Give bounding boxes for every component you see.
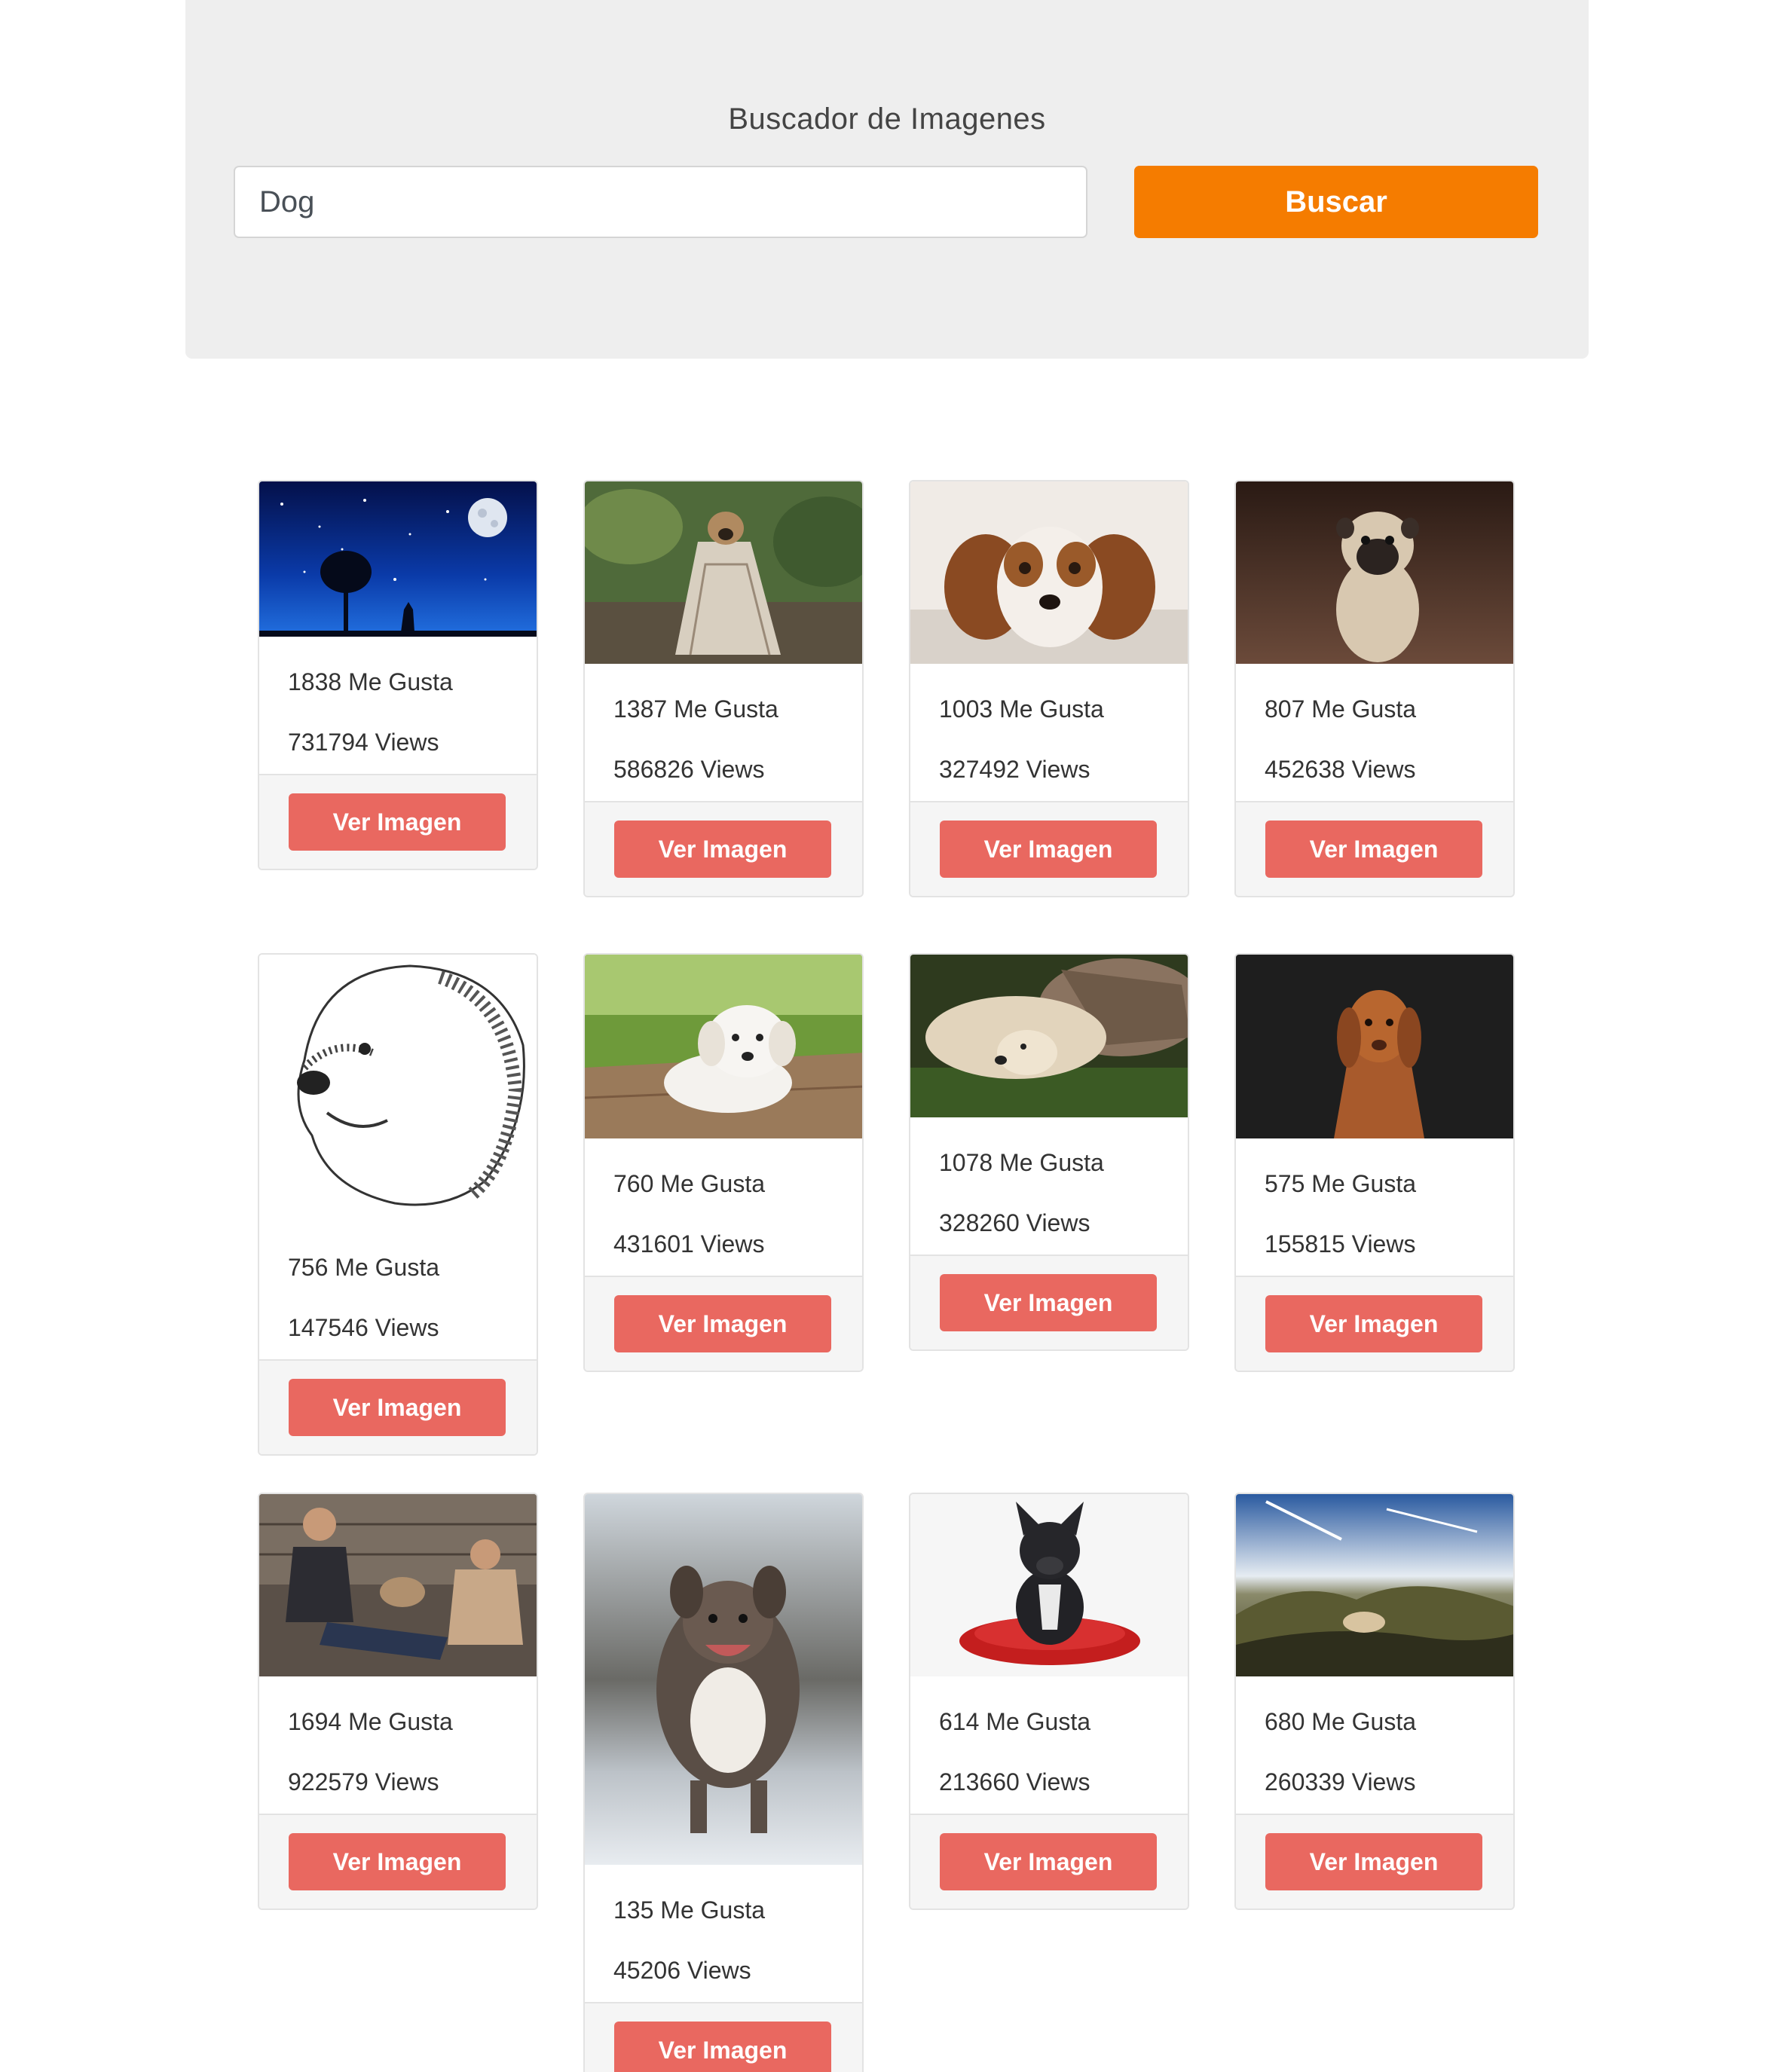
view-image-button[interactable]: Ver Imagen: [614, 2022, 831, 2072]
card-footer: Ver Imagen: [910, 1814, 1188, 1909]
card-body: 1003 Me Gusta 327492 Views: [910, 664, 1188, 801]
likes-count: 1387 Me Gusta: [613, 695, 778, 723]
card-footer: Ver Imagen: [585, 801, 862, 896]
image-card: 1838 Me Gusta 731794 Views Ver Imagen: [258, 480, 538, 870]
likes-count: 135 Me Gusta: [613, 1896, 765, 1924]
image-card: 760 Me Gusta 431601 Views Ver Imagen: [583, 953, 864, 1372]
card-footer: Ver Imagen: [1236, 1276, 1513, 1371]
card-footer: Ver Imagen: [1236, 1814, 1513, 1909]
image-card: 1003 Me Gusta 327492 Views Ver Imagen: [909, 480, 1189, 897]
likes-count: 756 Me Gusta: [288, 1254, 439, 1281]
likes-count: 575 Me Gusta: [1265, 1170, 1416, 1197]
card-image: [910, 955, 1188, 1117]
search-button[interactable]: Buscar: [1134, 166, 1538, 238]
card-footer: Ver Imagen: [259, 774, 537, 869]
views-count: 431601 Views: [613, 1230, 765, 1258]
card-footer: Ver Imagen: [259, 1814, 537, 1909]
card-image: [585, 1494, 862, 1865]
card-body: 575 Me Gusta 155815 Views: [1236, 1138, 1513, 1276]
image-card: 575 Me Gusta 155815 Views Ver Imagen: [1234, 953, 1515, 1372]
image-card: 680 Me Gusta 260339 Views Ver Imagen: [1234, 1493, 1515, 1910]
view-image-button[interactable]: Ver Imagen: [614, 1295, 831, 1352]
likes-count: 1003 Me Gusta: [939, 695, 1104, 723]
view-image-button[interactable]: Ver Imagen: [289, 1379, 506, 1436]
likes-count: 760 Me Gusta: [613, 1170, 765, 1197]
view-image-button[interactable]: Ver Imagen: [940, 1274, 1157, 1331]
card-image: [910, 481, 1188, 664]
views-count: 213660 Views: [939, 1768, 1090, 1795]
card-body: 807 Me Gusta 452638 Views: [1236, 664, 1513, 801]
view-image-button[interactable]: Ver Imagen: [1265, 821, 1482, 878]
card-body: 680 Me Gusta 260339 Views: [1236, 1676, 1513, 1814]
image-card: 135 Me Gusta 45206 Views Ver Imagen: [583, 1493, 864, 2072]
image-card: 1078 Me Gusta 328260 Views Ver Imagen: [909, 953, 1189, 1351]
card-image: [1236, 481, 1513, 664]
likes-count: 1694 Me Gusta: [288, 1708, 453, 1735]
views-count: 147546 Views: [288, 1314, 439, 1341]
views-count: 922579 Views: [288, 1768, 439, 1795]
card-body: 760 Me Gusta 431601 Views: [585, 1138, 862, 1276]
view-image-button[interactable]: Ver Imagen: [940, 1833, 1157, 1890]
image-card: 1694 Me Gusta 922579 Views Ver Imagen: [258, 1493, 538, 1910]
view-image-button[interactable]: Ver Imagen: [289, 793, 506, 851]
likes-count: 1078 Me Gusta: [939, 1149, 1104, 1176]
card-body: 1838 Me Gusta 731794 Views: [259, 637, 537, 774]
views-count: 155815 Views: [1265, 1230, 1416, 1258]
card-body: 1387 Me Gusta 586826 Views: [585, 664, 862, 801]
views-count: 260339 Views: [1265, 1768, 1416, 1795]
card-image: [1236, 955, 1513, 1138]
card-image: [585, 481, 862, 664]
view-image-button[interactable]: Ver Imagen: [940, 821, 1157, 878]
card-footer: Ver Imagen: [1236, 801, 1513, 896]
card-body: 756 Me Gusta 147546 Views: [259, 1222, 537, 1359]
card-body: 135 Me Gusta 45206 Views: [585, 1865, 862, 2002]
views-count: 45206 Views: [613, 1957, 751, 1984]
image-card: 1387 Me Gusta 586826 Views Ver Imagen: [583, 480, 864, 897]
view-image-button[interactable]: Ver Imagen: [1265, 1295, 1482, 1352]
view-image-button[interactable]: Ver Imagen: [614, 821, 831, 878]
view-image-button[interactable]: Ver Imagen: [1265, 1833, 1482, 1890]
image-card: 614 Me Gusta 213660 Views Ver Imagen: [909, 1493, 1189, 1910]
likes-count: 614 Me Gusta: [939, 1708, 1090, 1735]
card-footer: Ver Imagen: [910, 801, 1188, 896]
card-image: [1236, 1494, 1513, 1676]
views-count: 327492 Views: [939, 756, 1090, 783]
page-title: Buscador de Imagenes: [728, 102, 1046, 136]
card-image: [910, 1494, 1188, 1676]
likes-count: 680 Me Gusta: [1265, 1708, 1416, 1735]
search-panel: Buscador de Imagenes Buscar: [185, 0, 1589, 359]
card-image: [259, 481, 537, 637]
card-footer: Ver Imagen: [585, 1276, 862, 1371]
search-input[interactable]: [234, 166, 1087, 238]
views-count: 452638 Views: [1265, 756, 1416, 783]
likes-count: 807 Me Gusta: [1265, 695, 1416, 723]
image-card: 807 Me Gusta 452638 Views Ver Imagen: [1234, 480, 1515, 897]
card-image: [585, 955, 862, 1138]
views-count: 328260 Views: [939, 1209, 1090, 1236]
likes-count: 1838 Me Gusta: [288, 668, 453, 695]
card-body: 614 Me Gusta 213660 Views: [910, 1676, 1188, 1814]
image-card: 756 Me Gusta 147546 Views Ver Imagen: [258, 953, 538, 1456]
view-image-button[interactable]: Ver Imagen: [289, 1833, 506, 1890]
card-footer: Ver Imagen: [910, 1255, 1188, 1349]
views-count: 586826 Views: [613, 756, 765, 783]
card-body: 1078 Me Gusta 328260 Views: [910, 1117, 1188, 1255]
card-footer: Ver Imagen: [259, 1359, 537, 1454]
card-body: 1694 Me Gusta 922579 Views: [259, 1676, 537, 1814]
card-image: [259, 1494, 537, 1676]
card-image: [259, 955, 537, 1222]
views-count: 731794 Views: [288, 729, 439, 756]
card-footer: Ver Imagen: [585, 2002, 862, 2072]
